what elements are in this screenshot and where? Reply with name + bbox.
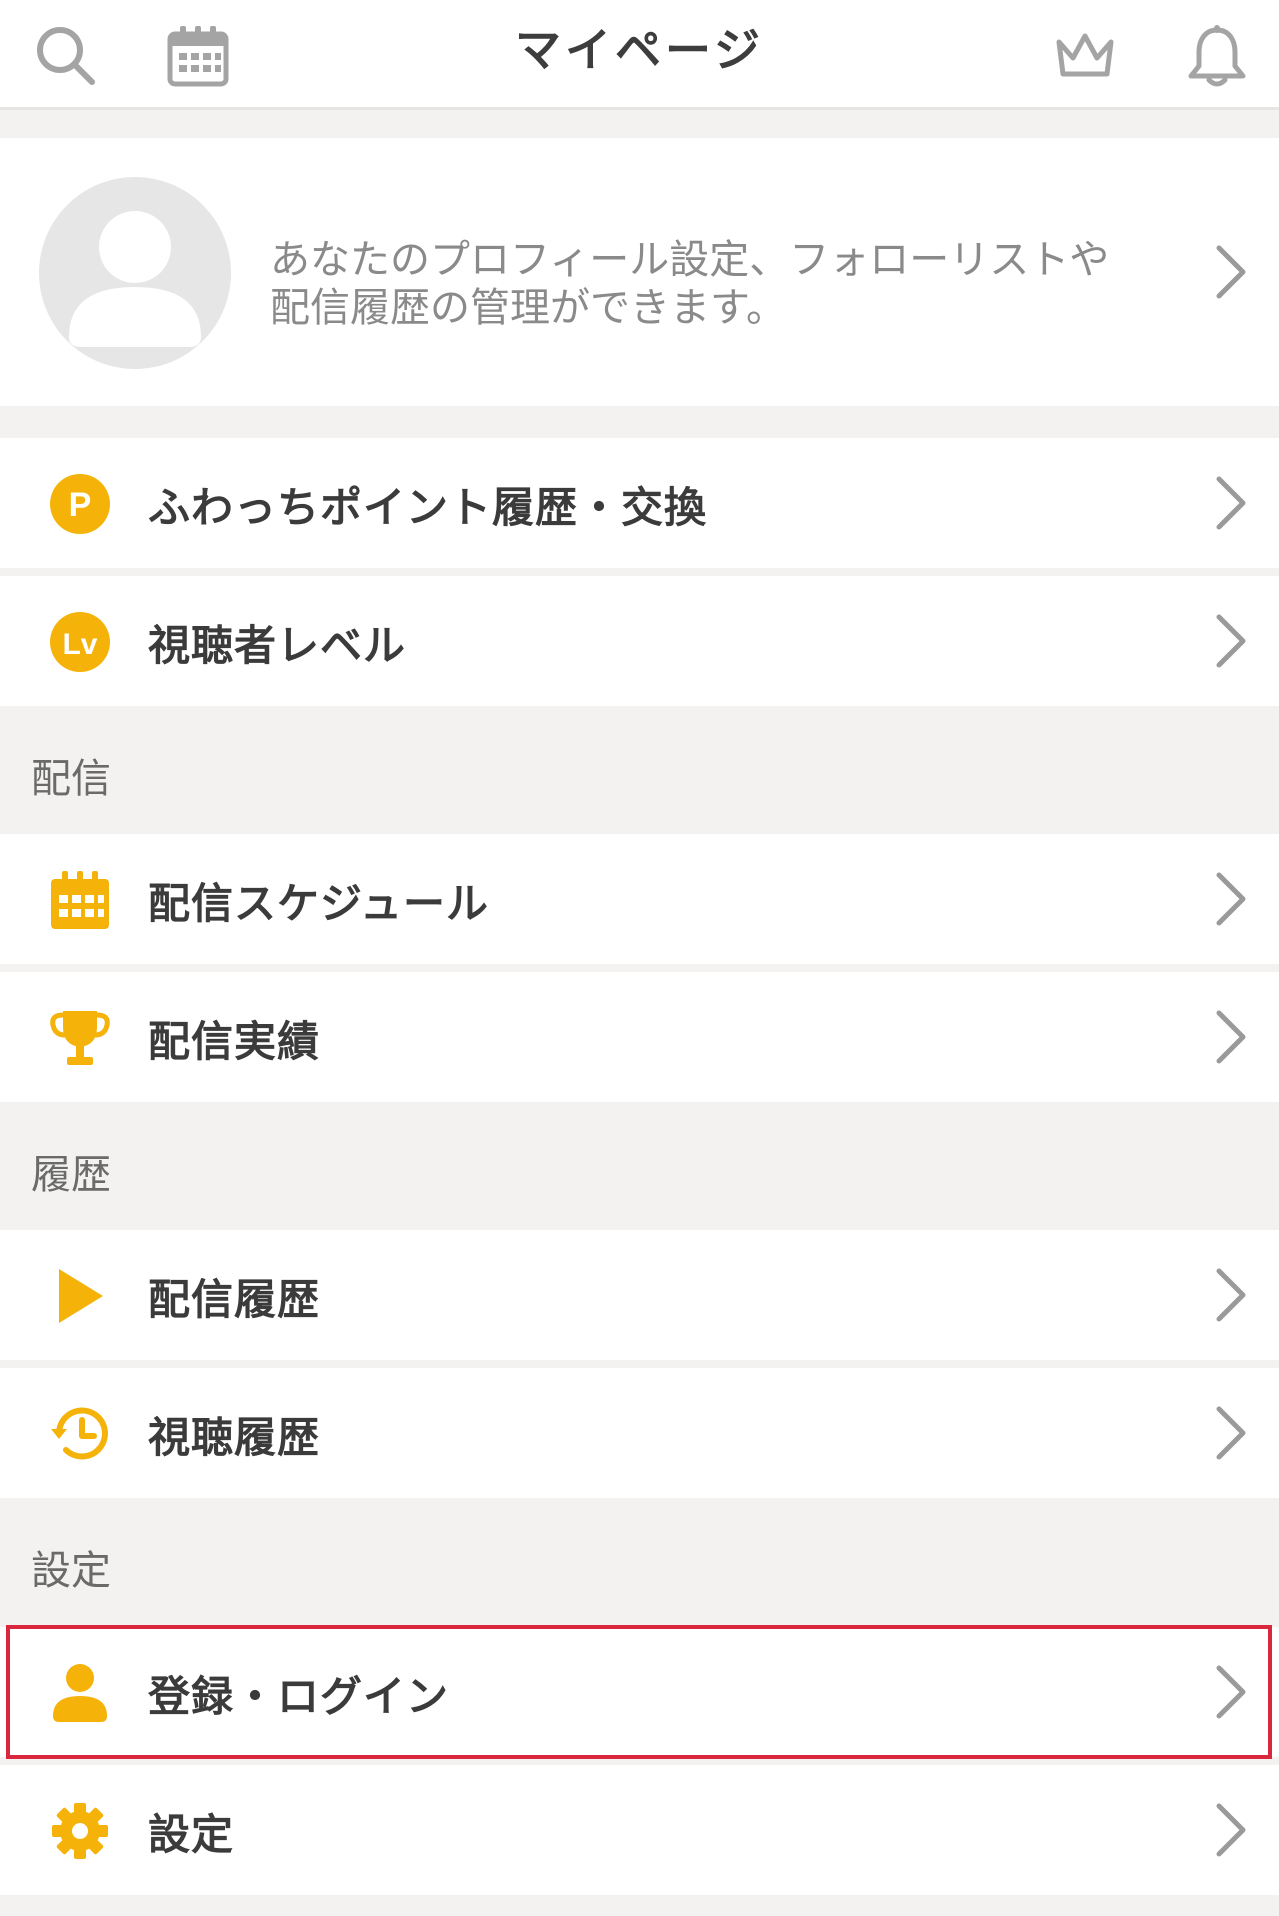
menu-item-register-login[interactable]: 登録・ログイン xyxy=(0,1627,1279,1757)
chevron-right-icon xyxy=(1216,476,1246,530)
chevron-right-icon xyxy=(1216,1665,1246,1719)
calendar-icon xyxy=(44,869,116,931)
chevron-right-icon xyxy=(1216,614,1246,668)
chevron-right-icon xyxy=(1216,1268,1246,1322)
menu-item-label: 設定 xyxy=(148,1810,235,1859)
chevron-right-icon xyxy=(1216,1406,1246,1460)
profile-description-line1: あなたのプロフィール設定、フォローリストや xyxy=(270,237,1110,283)
play-icon xyxy=(44,1265,116,1327)
profile-description-line2: 配信履歴の管理ができます。 xyxy=(270,285,786,331)
menu-item-settings[interactable]: 設定 xyxy=(0,1765,1279,1895)
menu-item-broadcast-results[interactable]: 配信実績 xyxy=(0,972,1279,1102)
avatar xyxy=(39,177,231,369)
bell-icon[interactable] xyxy=(1177,16,1257,96)
menu-item-points[interactable]: P ふわっちポイント履歴・交換 xyxy=(0,438,1279,568)
app-header: マイページ xyxy=(0,0,1279,110)
menu-item-label: 配信実績 xyxy=(148,1017,321,1066)
default-user-icon xyxy=(69,211,201,347)
chevron-right-icon xyxy=(1216,872,1246,926)
my-page: マイページ あなたのプロフィール設定、フォローリストや 配信履歴の管理ができます… xyxy=(0,0,1279,1916)
history-icon xyxy=(44,1403,116,1465)
menu-item-broadcast-schedule[interactable]: 配信スケジュール xyxy=(0,834,1279,964)
gear-icon xyxy=(44,1800,116,1862)
menu-item-label: 視聴履歴 xyxy=(148,1413,321,1462)
profile-card[interactable]: あなたのプロフィール設定、フォローリストや 配信履歴の管理ができます。 xyxy=(0,138,1279,406)
points-badge-text: P xyxy=(69,486,92,524)
menu-item-viewer-level[interactable]: Lv 視聴者レベル xyxy=(0,576,1279,706)
menu-item-label: 配信履歴 xyxy=(148,1275,321,1324)
level-icon: Lv xyxy=(44,611,116,673)
user-icon xyxy=(44,1662,116,1724)
menu-item-broadcast-history[interactable]: 配信履歴 xyxy=(0,1230,1279,1360)
points-icon: P xyxy=(44,473,116,535)
level-badge-text: Lv xyxy=(62,628,97,661)
chevron-right-icon xyxy=(1216,1803,1246,1857)
menu-item-label: 登録・ログイン xyxy=(148,1672,450,1721)
section-title-history: 履歴 xyxy=(31,1152,111,1198)
menu-item-label: 視聴者レベル xyxy=(148,621,407,670)
crown-icon[interactable] xyxy=(1045,16,1125,96)
trophy-icon xyxy=(44,1007,116,1069)
menu-item-label: ふわっちポイント履歴・交換 xyxy=(148,483,708,532)
profile-description: あなたのプロフィール設定、フォローリストや 配信履歴の管理ができます。 xyxy=(270,236,1170,332)
section-title-settings: 設定 xyxy=(31,1548,111,1594)
chevron-right-icon xyxy=(1216,1010,1246,1064)
chevron-right-icon xyxy=(1216,245,1246,299)
section-title-broadcast: 配信 xyxy=(31,756,111,802)
menu-item-label: 配信スケジュール xyxy=(148,879,490,928)
menu-item-viewing-history[interactable]: 視聴履歴 xyxy=(0,1368,1279,1498)
